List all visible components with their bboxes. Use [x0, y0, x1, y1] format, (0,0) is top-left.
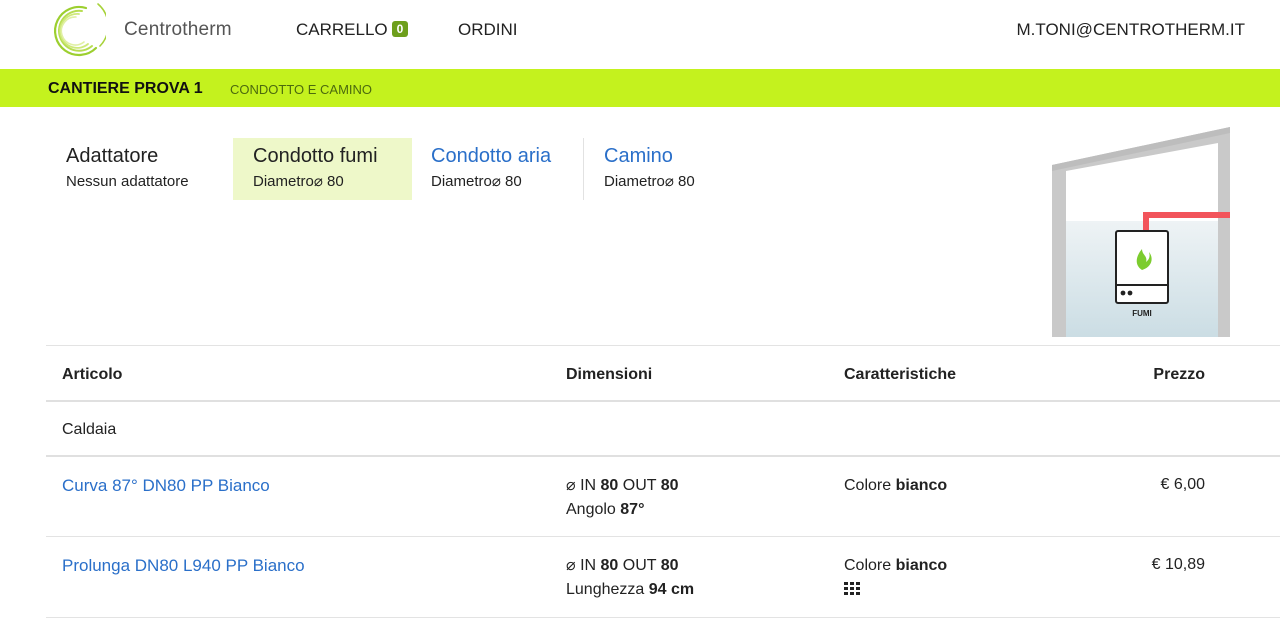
- dim2-label: Lunghezza: [566, 581, 645, 598]
- feature-label: Colore: [844, 557, 892, 574]
- dim-in-value: 80: [600, 477, 619, 494]
- diagram-label: FUMI: [1132, 309, 1152, 318]
- step-condotto-aria[interactable]: Condotto aria Diametro⌀ 80: [412, 138, 582, 200]
- feature-value: bianco: [895, 557, 948, 574]
- dim-out-label: OUT: [622, 477, 657, 494]
- dim-out-value: 80: [660, 557, 679, 574]
- col-header-features: Caratteristiche: [844, 366, 957, 383]
- dim2-label: Angolo: [566, 501, 616, 518]
- brand-name: Centrotherm: [124, 19, 232, 40]
- feature-label: Colore: [844, 477, 892, 494]
- group-label: Caldaia: [62, 421, 117, 438]
- project-title: CANTIERE PROVA 1: [48, 80, 203, 97]
- nav-orders-link[interactable]: ORDINI: [458, 20, 518, 40]
- row-divider: [46, 617, 1280, 618]
- step-adattatore[interactable]: Adattatore Nessun adattatore: [52, 138, 236, 200]
- header-divider: [46, 400, 1280, 402]
- step-subtitle: Diametro⌀ 80: [431, 173, 522, 190]
- dimensions-cell: ⌀ IN 80 OUT 80 Lunghezza 94 cm: [566, 554, 694, 602]
- dimensions-cell: ⌀ IN 80 OUT 80 Angolo 87°: [566, 474, 679, 522]
- price-cell: € 6,00: [1160, 476, 1205, 493]
- dim-in-value: 80: [600, 557, 619, 574]
- dim-in-label: ⌀ IN: [566, 557, 597, 574]
- price-cell: € 10,89: [1151, 556, 1205, 573]
- dim-in-label: ⌀ IN: [566, 477, 597, 494]
- group-divider: [46, 455, 1280, 457]
- project-band: CANTIERE PROVA 1 CONDOTTO E CAMINO: [0, 69, 1280, 107]
- dim-out-value: 80: [660, 477, 679, 494]
- step-title: Camino: [604, 145, 673, 167]
- col-header-dimensions: Dimensioni: [566, 366, 653, 383]
- step-subtitle: Diametro⌀ 80: [253, 173, 344, 190]
- centrotherm-logo-icon[interactable]: [46, 0, 106, 62]
- row-divider: [46, 536, 1280, 537]
- table-top-divider: [46, 345, 1280, 346]
- step-subtitle: Diametro⌀ 80: [604, 173, 695, 190]
- step-condotto-fumi[interactable]: Condotto fumi Diametro⌀ 80: [233, 138, 412, 200]
- features-cell: Colore bianco: [844, 474, 947, 498]
- step-subtitle: Nessun adattatore: [66, 173, 189, 190]
- nav-cart-link[interactable]: CARRELLO 0: [296, 20, 409, 40]
- col-header-article: Articolo: [62, 366, 123, 383]
- step-title: Adattatore: [66, 145, 159, 167]
- project-subtitle: CONDOTTO E CAMINO: [230, 82, 373, 97]
- dim2-value: 87°: [620, 501, 645, 518]
- user-email-menu[interactable]: M.TONI@CENTROTHERM.IT: [1017, 20, 1246, 40]
- features-cell: Colore bianco: [844, 554, 947, 596]
- top-navbar: Centrotherm CARRELLO 0 ORDINI M.TONI@CENT…: [0, 0, 1280, 68]
- cart-count-badge: 0: [391, 21, 409, 37]
- boiler-flue-diagram: FUMI: [1052, 127, 1230, 337]
- grid-icon[interactable]: [844, 582, 860, 596]
- col-header-price: Prezzo: [1153, 366, 1205, 383]
- step-title: Condotto aria: [431, 145, 552, 167]
- article-link[interactable]: Prolunga DN80 L940 PP Bianco: [62, 556, 305, 576]
- dim-out-label: OUT: [622, 557, 657, 574]
- step-camino[interactable]: Camino Diametro⌀ 80: [583, 138, 744, 200]
- dim2-value: 94 cm: [648, 581, 695, 598]
- step-title: Condotto fumi: [253, 145, 378, 167]
- nav-cart-label: CARRELLO: [296, 20, 388, 39]
- feature-value: bianco: [895, 477, 948, 494]
- article-link[interactable]: Curva 87° DN80 PP Bianco: [62, 476, 270, 496]
